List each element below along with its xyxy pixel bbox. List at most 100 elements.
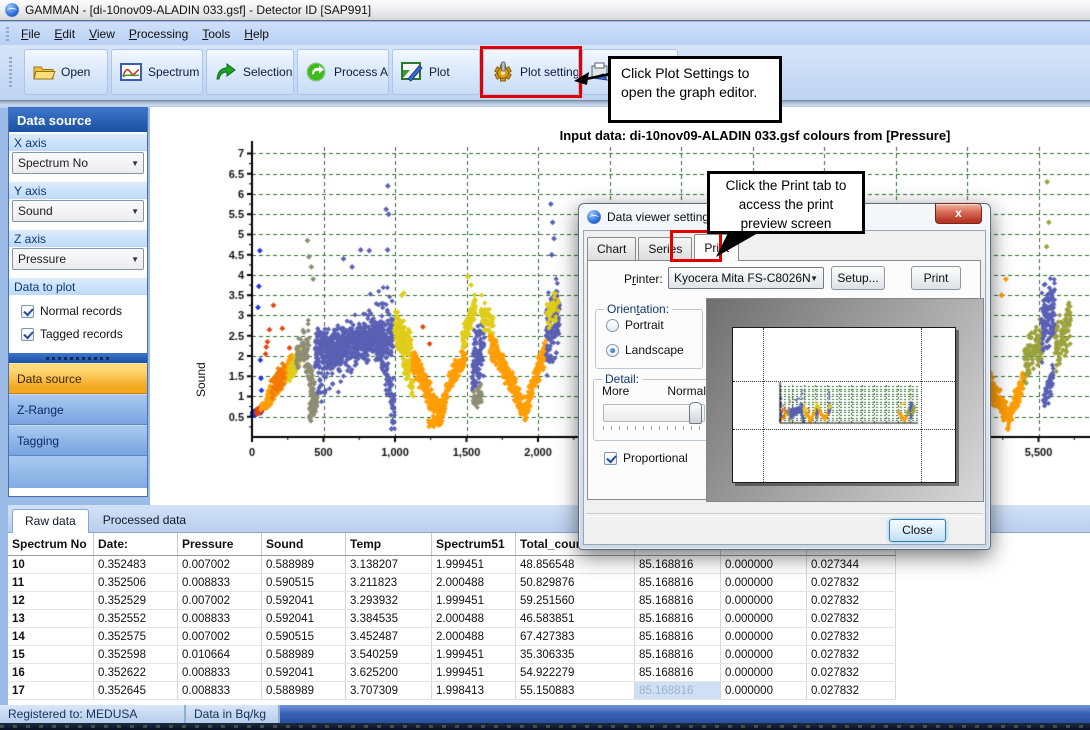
table-cell[interactable]: 0.008833	[178, 682, 262, 700]
table-cell[interactable]: 0.000000	[721, 646, 807, 664]
table-cell[interactable]: 3.293932	[346, 592, 432, 610]
column-header[interactable]: Temp	[346, 533, 432, 556]
table-cell[interactable]: 0.000000	[721, 682, 807, 700]
tab-series[interactable]: Series	[638, 237, 692, 261]
column-header[interactable]: Date:	[94, 533, 178, 556]
menu-view[interactable]: View	[82, 25, 122, 43]
table-cell[interactable]: 0.007002	[178, 556, 262, 574]
detail-slider[interactable]	[603, 404, 705, 422]
table-cell[interactable]: 1.999451	[432, 556, 516, 574]
table-cell[interactable]: 0.007002	[178, 628, 262, 646]
table-cell[interactable]: 0.588989	[262, 556, 346, 574]
table-cell[interactable]: 85.168816	[635, 664, 721, 682]
table-cell[interactable]: 0.352529	[94, 592, 178, 610]
table-cell[interactable]: 0.027344	[807, 556, 896, 574]
table-cell[interactable]: 54.922279	[516, 664, 635, 682]
table-cell[interactable]: 1.999451	[432, 664, 516, 682]
column-header[interactable]: Spectrum No	[8, 533, 94, 556]
table-cell[interactable]: 0.008833	[178, 574, 262, 592]
table-cell[interactable]: 85.168816	[635, 556, 721, 574]
table-cell[interactable]: 16	[8, 664, 94, 682]
landscape-radio[interactable]	[606, 344, 619, 357]
table-cell[interactable]: 0.000000	[721, 664, 807, 682]
table-cell[interactable]: 2.000488	[432, 574, 516, 592]
spectrum-view-button[interactable]: Spectrum View	[111, 49, 203, 95]
y-axis-select[interactable]: Sound ▼	[12, 200, 144, 222]
table-cell[interactable]: 85.168816	[635, 646, 721, 664]
detail-slider-thumb[interactable]	[689, 402, 702, 424]
table-cell[interactable]: 0.588989	[262, 682, 346, 700]
menu-tools[interactable]: Tools	[195, 25, 237, 43]
menu-help[interactable]: Help	[237, 25, 276, 43]
landscape-radio-row[interactable]: Landscape	[606, 343, 684, 357]
table-cell[interactable]: 0.352598	[94, 646, 178, 664]
table-row[interactable]: 170.3526450.0088330.5889893.7073091.9984…	[8, 682, 896, 700]
table-cell[interactable]: 1.999451	[432, 646, 516, 664]
table-cell[interactable]: 3.138207	[346, 556, 432, 574]
table-cell[interactable]: 0.027832	[807, 646, 896, 664]
process-all-button[interactable]: Process All	[297, 49, 389, 95]
table-cell[interactable]: 11	[8, 574, 94, 592]
close-button[interactable]: Close	[889, 519, 946, 542]
table-cell[interactable]: 3.707309	[346, 682, 432, 700]
tab-raw-data[interactable]: Raw data	[12, 509, 89, 533]
table-cell[interactable]: 2.000488	[432, 610, 516, 628]
table-cell[interactable]: 0.352506	[94, 574, 178, 592]
table-cell[interactable]: 85.168816	[635, 682, 721, 700]
table-row[interactable]: 120.3525290.0070020.5920413.2939321.9994…	[8, 592, 896, 610]
table-cell[interactable]: 46.583851	[516, 610, 635, 628]
table-cell[interactable]: 0.027832	[807, 664, 896, 682]
table-cell[interactable]: 3.384535	[346, 610, 432, 628]
sidebar-item-z-range[interactable]: Z-Range	[9, 394, 147, 425]
printer-select[interactable]: Kyocera Mita FS-C8026N KX ▼	[668, 267, 824, 289]
portrait-radio[interactable]	[606, 319, 619, 332]
table-cell[interactable]: 59.251560	[516, 592, 635, 610]
z-axis-select[interactable]: Pressure ▼	[12, 248, 144, 270]
table-cell[interactable]: 85.168816	[635, 610, 721, 628]
table-row[interactable]: 110.3525060.0088330.5905153.2118232.0004…	[8, 574, 896, 592]
table-cell[interactable]: 0.000000	[721, 592, 807, 610]
table-cell[interactable]: 0.000000	[721, 556, 807, 574]
menu-processing[interactable]: Processing	[122, 25, 195, 43]
table-cell[interactable]: 0.352552	[94, 610, 178, 628]
table-cell[interactable]: 17	[8, 682, 94, 700]
table-cell[interactable]: 0.027832	[807, 682, 896, 700]
table-cell[interactable]: 3.540259	[346, 646, 432, 664]
table-cell[interactable]: 1.999451	[432, 592, 516, 610]
table-cell[interactable]: 0.000000	[721, 628, 807, 646]
table-cell[interactable]: 0.007002	[178, 592, 262, 610]
table-cell[interactable]: 0.590515	[262, 628, 346, 646]
table-cell[interactable]: 0.027832	[807, 574, 896, 592]
column-header[interactable]: Sound	[262, 533, 346, 556]
selection-button[interactable]: Selection	[206, 49, 294, 95]
proportional-checkbox-row[interactable]: Proportional	[604, 451, 688, 465]
table-cell[interactable]: 0.352483	[94, 556, 178, 574]
sidebar-splitter-grip[interactable]	[9, 353, 147, 363]
table-cell[interactable]: 0.588989	[262, 646, 346, 664]
tab-processed-data[interactable]: Processed data	[91, 509, 198, 532]
table-cell[interactable]: 13	[8, 610, 94, 628]
table-cell[interactable]: 0.592041	[262, 592, 346, 610]
table-cell[interactable]: 0.000000	[721, 574, 807, 592]
table-cell[interactable]: 0.027832	[807, 610, 896, 628]
open-button[interactable]: Open	[24, 49, 108, 95]
plot-settings-button[interactable]: Plot settings	[483, 49, 579, 95]
table-cell[interactable]: 0.008833	[178, 610, 262, 628]
table-cell[interactable]: 3.211823	[346, 574, 432, 592]
table-cell[interactable]: 0.027832	[807, 628, 896, 646]
table-cell[interactable]: 0.352645	[94, 682, 178, 700]
toolbar-grip[interactable]	[9, 57, 12, 87]
menubar-grip[interactable]	[6, 27, 9, 41]
table-cell[interactable]: 50.829876	[516, 574, 635, 592]
table-row[interactable]: 140.3525750.0070020.5905153.4524872.0004…	[8, 628, 896, 646]
setup-button[interactable]: Setup...	[831, 266, 885, 290]
normal-records-checkbox-row[interactable]: Normal records	[21, 304, 147, 318]
table-cell[interactable]: 0.592041	[262, 664, 346, 682]
table-cell[interactable]: 35.306335	[516, 646, 635, 664]
sidebar-item-data-source[interactable]: Data source	[9, 363, 147, 394]
table-row[interactable]: 130.3525520.0088330.5920413.3845352.0004…	[8, 610, 896, 628]
table-cell[interactable]: 48.856548	[516, 556, 635, 574]
table-cell[interactable]: 1.998413	[432, 682, 516, 700]
table-cell[interactable]: 2.000488	[432, 628, 516, 646]
x-axis-select[interactable]: Spectrum No ▼	[12, 152, 144, 174]
